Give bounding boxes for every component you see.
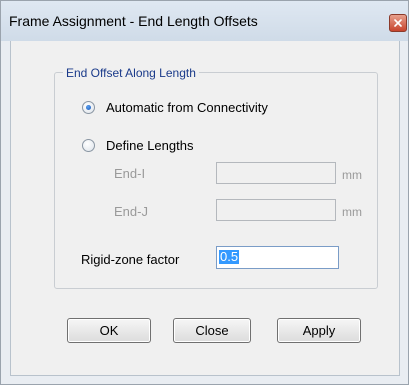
define-lengths-radio[interactable] [82, 139, 95, 152]
group-legend: End Offset Along Length [63, 66, 199, 80]
end-i-unit: mm [342, 168, 362, 182]
rigid-zone-input[interactable]: 0.5 [216, 246, 339, 269]
define-lengths-label[interactable]: Define Lengths [106, 138, 193, 153]
end-j-unit: mm [342, 205, 362, 219]
close-icon [394, 19, 402, 27]
end-i-input[interactable] [216, 162, 336, 184]
end-i-label: End-I [114, 166, 146, 181]
rigid-zone-value: 0.5 [219, 249, 240, 264]
end-j-label: End-J [114, 204, 148, 219]
window-title: Frame Assignment - End Length Offsets [9, 13, 258, 29]
window-close-button[interactable] [389, 14, 407, 32]
ok-button[interactable]: OK [67, 318, 151, 343]
end-j-input[interactable] [216, 199, 336, 221]
title-bar[interactable]: Frame Assignment - End Length Offsets [1, 1, 408, 41]
automatic-radio[interactable] [82, 101, 95, 114]
rigid-zone-label: Rigid-zone factor [81, 252, 180, 267]
automatic-label[interactable]: Automatic from Connectivity [106, 100, 268, 115]
close-button[interactable]: Close [173, 318, 251, 343]
apply-button[interactable]: Apply [277, 318, 361, 343]
